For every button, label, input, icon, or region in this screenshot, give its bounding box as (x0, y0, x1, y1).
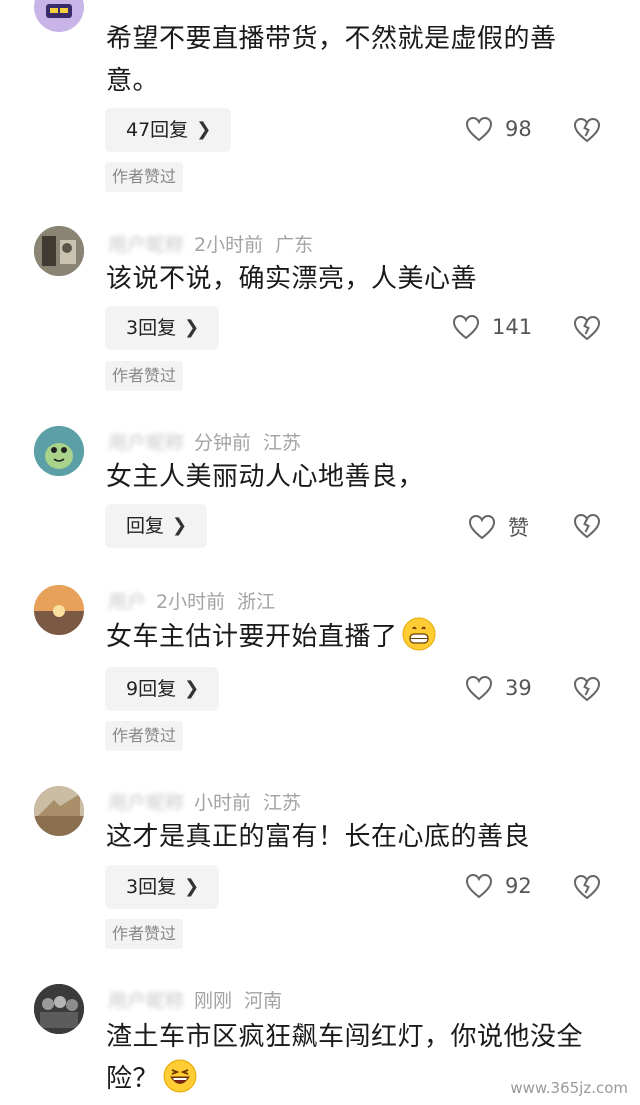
avatar[interactable] (34, 0, 84, 32)
comment-meta: 用户昵称 刚刚 河南 (108, 986, 282, 1013)
chevron-right-icon: ❯ (196, 119, 212, 140)
comment-time: 小时前 (194, 792, 252, 814)
reply-button[interactable]: 3回复 ❯ (105, 865, 220, 909)
heart-outline-icon (465, 873, 493, 899)
comment-time: 刚刚 (194, 990, 233, 1012)
like-button[interactable]: 赞 (468, 512, 529, 542)
like-count: 赞 (508, 516, 529, 540)
comment-text: 希望不要直播带货，不然就是虚假的善意。 (106, 24, 557, 96)
like-count: 39 (505, 676, 532, 700)
reply-label: 3回复 (126, 876, 177, 898)
author-liked-badge: 作者赞过 (105, 162, 184, 192)
reply-label: 47回复 (126, 119, 189, 141)
username[interactable]: 用户 (108, 591, 146, 613)
like-count: 92 (505, 874, 532, 898)
username[interactable]: 用户昵称 (108, 990, 184, 1012)
comment-meta: 用户昵称 小时前 江苏 (108, 788, 301, 815)
comment-location: 浙江 (237, 591, 276, 613)
heart-outline-icon (465, 116, 493, 142)
broken-heart-icon[interactable] (573, 676, 601, 702)
like-button[interactable]: 141 (452, 314, 532, 340)
broken-heart-icon[interactable] (573, 315, 601, 341)
author-liked-badge: 作者赞过 (105, 919, 184, 949)
heart-outline-icon (452, 314, 480, 340)
comment-text: 女主人美丽动人心地善良， (106, 462, 425, 492)
heart-outline-icon (468, 514, 496, 540)
heart-outline-icon (465, 675, 493, 701)
reply-button[interactable]: 9回复 ❯ (105, 667, 220, 711)
comment-meta: 用户 2小时前 浙江 (108, 587, 275, 614)
comment-meta: 用户昵称 2小时前 广东 (108, 230, 313, 257)
like-count: 98 (505, 117, 532, 141)
comment-time: 2小时前 (194, 234, 264, 256)
chevron-right-icon: ❯ (184, 876, 200, 897)
like-count: 141 (492, 315, 533, 339)
grinning-face-icon (402, 617, 436, 651)
comment-location: 江苏 (263, 792, 302, 814)
broken-heart-icon[interactable] (573, 117, 601, 143)
like-button[interactable]: 98 (465, 116, 532, 142)
like-button[interactable]: 39 (465, 675, 532, 701)
avatar[interactable] (34, 226, 84, 276)
avatar[interactable] (34, 585, 84, 635)
broken-heart-icon[interactable] (573, 513, 601, 539)
reply-label: 回复 (126, 515, 165, 537)
chevron-right-icon: ❯ (184, 678, 200, 699)
avatar[interactable] (34, 786, 84, 836)
comment-text-content: 女车主估计要开始直播了 (106, 622, 398, 652)
watermark: www.365jz.com (510, 1079, 628, 1097)
like-button[interactable]: 92 (465, 873, 532, 899)
username[interactable]: 用户昵称 (108, 792, 184, 814)
comment-meta: 用户昵称 分钟前 江苏 (108, 428, 301, 455)
reply-button[interactable]: 3回复 ❯ (105, 306, 220, 350)
username[interactable]: 用户昵称 (108, 432, 184, 454)
comment-text: 这才是真正的富有！长在心底的善良 (106, 822, 531, 852)
comment-time: 2小时前 (156, 591, 226, 613)
comment-location: 江苏 (263, 432, 302, 454)
comment-text: 女车主估计要开始直播了 (106, 616, 606, 658)
author-liked-badge: 作者赞过 (105, 721, 184, 751)
author-liked-badge: 作者赞过 (105, 361, 184, 391)
comment-location: 广东 (275, 234, 314, 256)
comment-location: 河南 (244, 990, 283, 1012)
comment-text: 该说不说，确实漂亮，人美心善 (106, 264, 478, 294)
reply-button[interactable]: 回复 ❯ (105, 504, 208, 548)
avatar[interactable] (34, 984, 84, 1034)
username[interactable]: 用户昵称 (108, 234, 184, 256)
reply-label: 9回复 (126, 678, 177, 700)
chevron-right-icon: ❯ (172, 515, 188, 536)
avatar[interactable] (34, 426, 84, 476)
chevron-right-icon: ❯ (184, 317, 200, 338)
reply-label: 3回复 (126, 317, 177, 339)
reply-button[interactable]: 47回复 ❯ (105, 108, 232, 152)
broken-heart-icon[interactable] (573, 874, 601, 900)
comment-time: 分钟前 (194, 432, 252, 454)
laughing-face-icon (163, 1059, 197, 1093)
